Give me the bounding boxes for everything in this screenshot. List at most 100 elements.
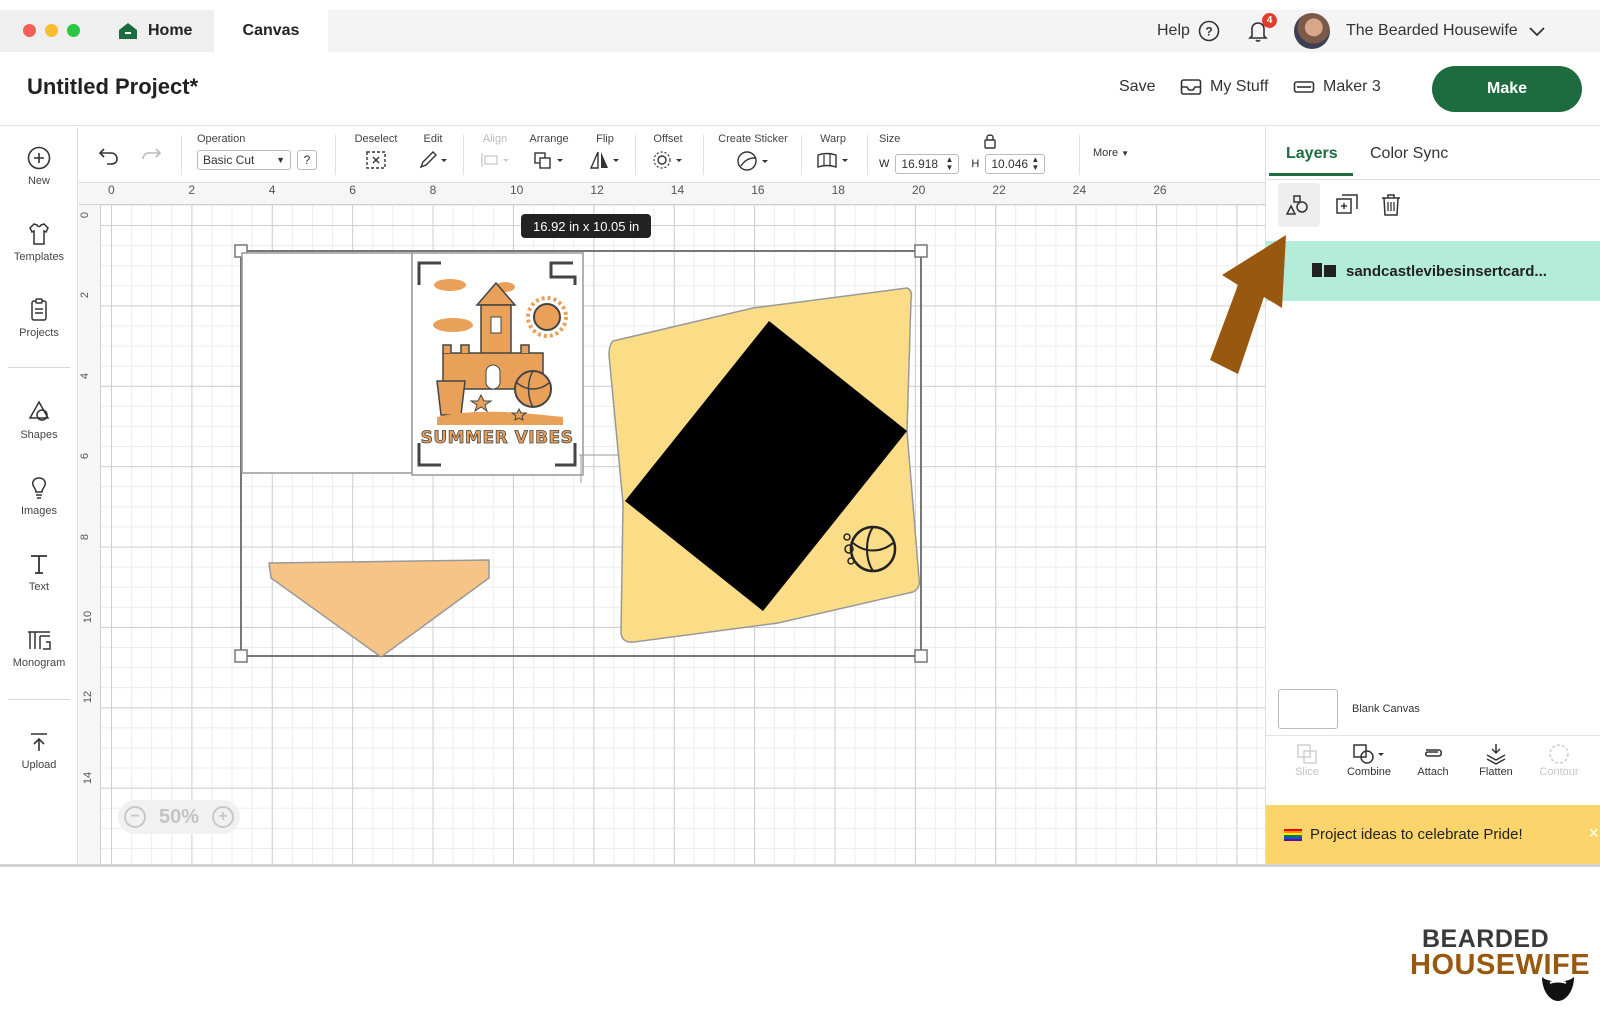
new-button[interactable]: New [0,145,78,187]
close-window-button[interactable] [23,24,36,37]
divider [8,699,70,700]
text-button[interactable]: Text [0,551,78,593]
save-button[interactable]: Save [1119,78,1155,96]
window-tab-bar: Home Canvas Help ? 4 The Bearded Housewi… [0,10,1600,52]
height-input[interactable]: 10.046 ▲ ▼ [985,154,1046,174]
arrange-button[interactable]: Arrange [525,133,573,170]
stepper-icon: ▲ ▼ [945,155,954,172]
align-icon [481,153,509,167]
duplicate-icon[interactable] [1334,192,1360,218]
resize-handle[interactable] [914,244,928,258]
promo-close-button[interactable]: × [1588,823,1599,844]
tab-layers[interactable]: Layers [1286,145,1338,163]
contour-icon [1549,744,1569,764]
zoom-out-button[interactable]: − [124,806,146,828]
slice-button: Slice [1276,742,1338,778]
tab-canvas[interactable]: Canvas [214,10,328,52]
chevron-down-icon [1529,27,1545,37]
blank-canvas-layer[interactable]: Blank Canvas [1278,687,1578,731]
summer-vibes-card[interactable]: SUMMER VIBES [411,252,621,483]
redo-icon[interactable] [139,144,163,166]
blank-canvas-swatch [1278,689,1338,729]
ruler-tick-label: 8 [79,533,92,540]
user-menu[interactable]: The Bearded Housewife [1294,10,1546,52]
ruler-tick-label: 20 [912,183,926,197]
tab-home[interactable]: Home [112,10,212,52]
toolbar-divider [463,135,464,175]
divider [8,367,70,368]
combine-label: Combine [1346,766,1392,778]
edit-button[interactable]: Edit [415,133,451,170]
edit-label: Edit [423,133,443,145]
ruler-tick-label: 10 [510,183,524,197]
slice-icon [1297,744,1317,764]
envelope-shape[interactable] [608,287,921,643]
bearded-housewife-logo: BEARDED HOUSEWIFE [1410,925,1590,1005]
operation-select[interactable]: Basic Cut ▼ [197,150,291,170]
zoom-in-button[interactable]: + [212,806,234,828]
minimize-window-button[interactable] [45,24,58,37]
lightbulb-icon [32,477,46,499]
resize-handle[interactable] [914,649,928,663]
flip-button[interactable]: Flip [587,133,623,170]
design-canvas[interactable]: SUMMER VIBES [101,205,1265,864]
shapes-button[interactable]: Shapes [0,399,78,441]
images-button[interactable]: Images [0,475,78,517]
size-tooltip: 16.92 in x 10.05 in [521,214,652,238]
tab-home-label: Home [148,22,193,39]
text-label: Text [28,581,50,593]
tab-layers-label: Layers [1286,145,1338,162]
project-title[interactable]: Untitled Project* [27,74,198,100]
envelope-flap-shape[interactable] [268,559,490,658]
help-button[interactable]: Help ? [1157,10,1220,52]
offset-button[interactable]: Offset [645,133,691,170]
promo-banner[interactable]: Project ideas to celebrate Pride! × [1266,805,1600,864]
blank-canvas-label: Blank Canvas [1352,703,1420,715]
tab-color-sync[interactable]: Color Sync [1370,145,1448,163]
blank-card-shape[interactable] [241,252,413,474]
upload-label: Upload [21,759,57,771]
combine-button[interactable]: Combine [1338,742,1400,778]
my-stuff-button[interactable]: My Stuff [1180,78,1268,96]
upload-button[interactable]: Upload [0,729,78,771]
operation-help-button[interactable]: ? [297,150,317,170]
maximize-window-button[interactable] [67,24,80,37]
my-stuff-label: My Stuff [1210,78,1269,95]
offset-icon [653,151,682,169]
attach-button[interactable]: Attach [1402,742,1464,778]
machine-selector[interactable]: Maker 3 [1293,78,1381,96]
width-value: 16.918 [901,157,939,171]
monogram-button[interactable]: Monogram [0,627,78,669]
projects-button[interactable]: Projects [0,297,78,339]
flatten-button[interactable]: Flatten [1465,742,1527,778]
warp-button[interactable]: Warp [813,133,853,170]
deselect-button[interactable]: Deselect [351,133,401,170]
flatten-label: Flatten [1479,766,1513,778]
undo-icon[interactable] [97,144,121,166]
resize-handle[interactable] [234,649,248,663]
group-icon [1286,195,1308,215]
lock-icon[interactable] [983,133,997,149]
notifications-button[interactable]: 4 [1246,10,1277,52]
ruler-tick-label: 12 [590,183,604,197]
toolbar-divider [1079,135,1080,175]
caret-down-icon: ▼ [276,155,285,165]
templates-button[interactable]: Templates [0,221,78,263]
svg-text:?: ? [1205,25,1212,39]
beard-icon [1542,977,1574,1001]
operation-help-char: ? [303,153,311,167]
width-input[interactable]: 16.918 ▲ ▼ [895,154,960,174]
new-label: New [27,175,50,187]
make-button[interactable]: Make [1432,66,1582,112]
canvas-artwork: SUMMER VIBES [234,244,928,663]
ruler-tick-label: 16 [751,183,765,197]
group-button[interactable] [1278,183,1320,227]
trash-icon[interactable] [1378,192,1404,218]
toolbar-divider [867,135,868,175]
toolbar-divider [703,135,704,175]
create-sticker-button[interactable]: Create Sticker [715,133,791,172]
deselect-icon [366,151,386,169]
align-button: Align [475,133,515,170]
sticker-icon [737,151,768,171]
more-button[interactable]: More ▼ [1093,147,1129,159]
